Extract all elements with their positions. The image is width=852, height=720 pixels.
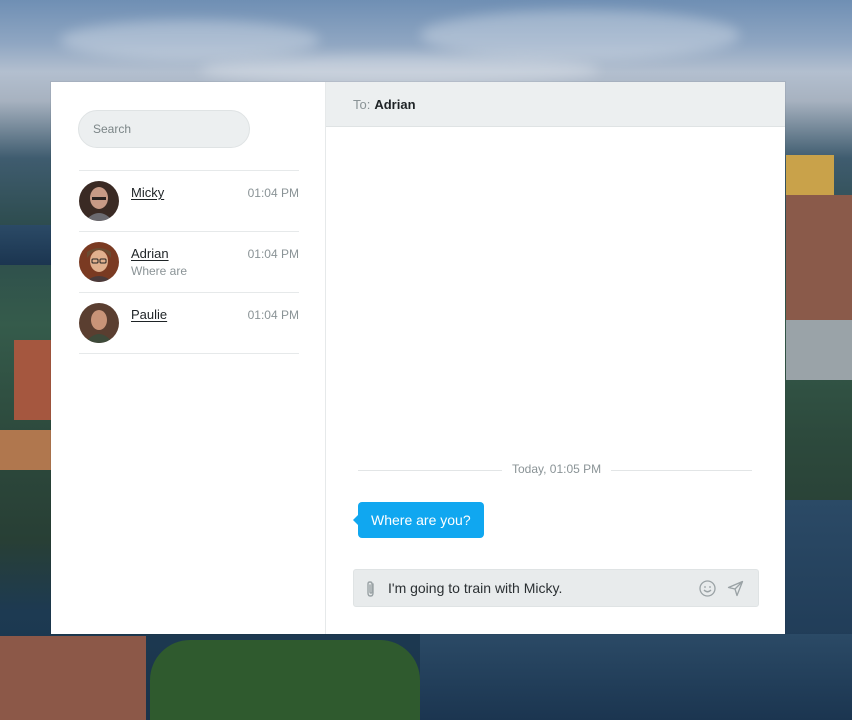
- building: [786, 320, 852, 380]
- search-input[interactable]: [78, 110, 250, 148]
- to-label: To:: [353, 96, 371, 112]
- avatar: [79, 303, 119, 343]
- contact-name[interactable]: Paulie: [131, 307, 167, 322]
- trees: [150, 640, 420, 720]
- contact-time: 01:04 PM: [247, 308, 299, 322]
- send-icon[interactable]: [727, 580, 744, 597]
- contacts-sidebar: Micky 01:04 PM Adrian 01:04 PM Where: [51, 82, 326, 634]
- building: [0, 430, 51, 470]
- avatar: [79, 181, 119, 221]
- emoji-icon[interactable]: [699, 580, 716, 597]
- search-box: [78, 110, 250, 148]
- recipient-name: Adrian: [374, 96, 416, 112]
- message-composer: [353, 569, 759, 607]
- contact-item-paulie[interactable]: Paulie 01:04 PM: [79, 293, 299, 354]
- day-separator-label: Today, 01:05 PM: [502, 462, 612, 476]
- building: [14, 340, 51, 420]
- building: [786, 155, 834, 195]
- message-bubble: Where are you?: [353, 502, 484, 538]
- contact-name[interactable]: Micky: [131, 185, 164, 200]
- paperclip-icon[interactable]: [364, 580, 378, 598]
- avatar: [79, 242, 119, 282]
- chat-header: To: Adrian: [326, 82, 785, 127]
- chat-panel: To: Adrian Today, 01:05 PM Where are you…: [326, 82, 785, 634]
- message-input[interactable]: [388, 570, 688, 606]
- contact-item-micky[interactable]: Micky 01:04 PM: [79, 171, 299, 232]
- cloud: [60, 20, 320, 60]
- contact-time: 01:04 PM: [247, 186, 299, 200]
- river: [420, 634, 852, 720]
- contact-time: 01:04 PM: [247, 247, 299, 261]
- building: [0, 636, 146, 720]
- cloud: [420, 10, 740, 60]
- contact-list: Micky 01:04 PM Adrian 01:04 PM Where are…: [79, 170, 299, 354]
- building: [786, 195, 852, 320]
- contact-name[interactable]: Adrian: [131, 246, 169, 261]
- contact-preview: Where are: [131, 264, 188, 278]
- messenger-window: Micky 01:04 PM Adrian 01:04 PM Where: [51, 82, 785, 634]
- cloud: [200, 55, 600, 85]
- river: [0, 225, 51, 265]
- contact-item-adrian[interactable]: Adrian 01:04 PM Where are: [79, 232, 299, 293]
